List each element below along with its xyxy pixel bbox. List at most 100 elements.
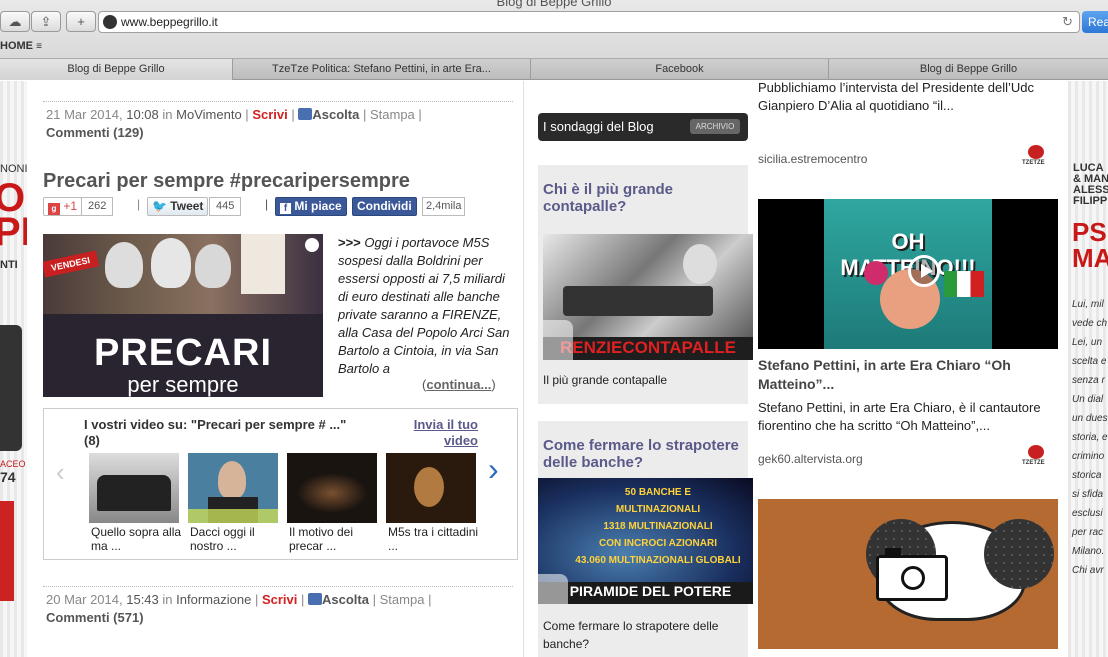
tzetze-logo-text: TZETZE (1022, 460, 1045, 466)
video-caption[interactable]: Dacci oggi il nostro ... (190, 525, 285, 553)
face-shape (414, 467, 444, 507)
tweet-button[interactable]: 🐦 Tweet (147, 197, 209, 216)
cloud-tabs-button[interactable]: ☁ (0, 11, 30, 32)
poll-caption[interactable]: Il più grande contapalle (543, 371, 743, 389)
bookmark-menu-icon[interactable]: ≡ (36, 41, 42, 52)
poll-card-2[interactable]: Come fermare lo strapotere delle banche?… (538, 421, 753, 657)
fb-like-button[interactable]: f Mi piace (275, 197, 347, 216)
new-tab-button[interactable]: + (66, 11, 96, 32)
table-shape (563, 286, 713, 316)
left-ad-text-5: ACEO (0, 459, 26, 469)
share-button[interactable]: ⇪ (31, 11, 61, 32)
hand-pointer-icon (538, 574, 568, 604)
tab-facebook[interactable]: Facebook (531, 59, 829, 80)
tzetze-column: Pubblichiamo l’intervista del Presidente… (758, 81, 1058, 657)
separator: | (254, 592, 259, 607)
separator: | (265, 197, 269, 211)
pyramid-line: CON INCROCI AZIONARI (599, 538, 717, 549)
send-video-link[interactable]: Invia il tuo video (400, 417, 478, 449)
comments-link[interactable]: Commenti (129) (46, 125, 144, 140)
mask-sign (241, 234, 285, 294)
right-ad-line: si sfida (1072, 489, 1104, 500)
video-thumb-1[interactable] (89, 453, 179, 523)
play-triangle (921, 264, 933, 278)
video-thumb-2[interactable] (188, 453, 278, 523)
tab-blog-grillo[interactable]: Blog di Beppe Grillo (0, 59, 233, 80)
poll-question[interactable]: Chi è il più grande contapalle? (543, 181, 743, 215)
listen-link[interactable]: Ascolta (312, 107, 359, 122)
tzetze-source[interactable]: gek60.altervista.org (758, 452, 863, 466)
post-category-link[interactable]: MoVimento (176, 107, 242, 122)
gplus-count: 262 (81, 197, 114, 216)
right-ad-banner[interactable]: LUCA & MAN ALESS FILIPP PS MA Lui, mil ve… (1068, 81, 1108, 657)
url-text: www.beppegrillo.it (121, 15, 218, 29)
tzetze-text[interactable]: Pubblichiamo l’intervista del Presidente… (758, 81, 1048, 115)
video-thumb-4[interactable] (386, 453, 476, 523)
post-title[interactable]: Precari per sempre #precaripersempre (43, 170, 410, 193)
poll-card-1[interactable]: Chi è il più grande contapalle? RENZIECO… (538, 165, 753, 404)
video-widget: I vostri video su: "Precari per sempre #… (43, 408, 518, 560)
bookmarks-bar: HOME ≡ (0, 37, 42, 55)
plus-icon: + (77, 14, 85, 29)
right-ad-line: un dues (1072, 413, 1108, 424)
carousel-next-icon[interactable]: › (488, 451, 499, 488)
tweet-count: 445 (209, 197, 242, 216)
tzetze-title[interactable]: Stefano Pettini, in arte Era Chiaro “Oh … (758, 356, 1048, 394)
tzetze-heart (1028, 145, 1044, 159)
pyramid-line: 50 BANCHE E (624, 487, 692, 498)
address-bar[interactable]: www.beppegrillo.it ↻ (98, 11, 1080, 33)
tab-tzetze[interactable]: TzeTze Politica: Stefano Pettini, in art… (233, 59, 531, 80)
video-caption[interactable]: Il motivo dei precar ... (289, 525, 384, 553)
video-caption[interactable]: M5s tra i cittadini ... (388, 525, 483, 553)
gplus-label: +1 (63, 199, 78, 213)
post-image[interactable]: VENDESI PRECARI per sempre (43, 234, 323, 397)
print-link[interactable]: Stampa (380, 592, 425, 607)
twitter-bird-icon: 🐦 (152, 199, 167, 213)
left-ad-banner[interactable]: NONI O PE NTI ACEO 74 (0, 81, 47, 657)
right-ad-name: FILIPP (1073, 195, 1108, 207)
face-shape (683, 244, 717, 284)
poll-image[interactable]: 50 BANCHE E MULTINAZIONALI 1318 MULTINAZIO… (538, 478, 753, 604)
tv-bar (188, 509, 278, 523)
grillo-logo-icon (305, 238, 319, 252)
reader-button[interactable]: Rea (1082, 11, 1108, 33)
video-caption[interactable]: Quello sopra alla ma ... (91, 525, 186, 553)
left-ad-red-block (0, 501, 14, 601)
play-icon[interactable] (908, 255, 940, 287)
bookmark-home[interactable]: HOME (0, 40, 33, 52)
video-widget-title: I vostri video su: "Precari per sempre #… (84, 417, 347, 448)
post-category-link[interactable]: Informazione (176, 592, 251, 607)
poll-image[interactable]: RENZIECONTAPALLE (543, 234, 753, 360)
post-date: 21 Mar 2014, (46, 107, 123, 122)
poll-question[interactable]: Come fermare lo strapotere delle banche? (543, 437, 743, 471)
post-time: 15:43 (126, 592, 159, 607)
italy-flag (944, 271, 984, 297)
window-title: Blog di Beppe Grillo (496, 0, 612, 9)
tzetze-source[interactable]: sicilia.estremocentro (758, 152, 867, 166)
listen-link[interactable]: Ascolta (322, 592, 369, 607)
gplus-button[interactable]: g +1 (43, 197, 83, 216)
video-thumb-3[interactable] (287, 453, 377, 523)
tab-blog-grillo-2[interactable]: Blog di Beppe Grillo (829, 59, 1108, 80)
poll-caption[interactable]: Come fermare lo strapotere delle banche? (543, 617, 743, 653)
fb-share-button[interactable]: Condividi (352, 197, 417, 216)
post2-meta: 20 Mar 2014, 15:43 in Informazione | Scr… (46, 591, 516, 627)
print-link[interactable]: Stampa (370, 107, 415, 122)
tzetze-video[interactable]: OH MATTEINO!!! (758, 199, 1058, 349)
polls-archive-button[interactable]: ARCHIVIO (690, 119, 740, 134)
write-comment-link[interactable]: Scrivi (262, 592, 297, 607)
continue-link[interactable]: continua... (426, 377, 491, 392)
comments-link[interactable]: Commenti (571) (46, 610, 144, 625)
post-date: 20 Mar 2014, (46, 592, 123, 607)
separator: | (362, 107, 367, 122)
crowd-shape (297, 473, 367, 513)
column-divider (523, 81, 524, 657)
gplus-icon: g (48, 203, 60, 215)
carousel-prev-icon[interactable]: ‹ (56, 457, 65, 488)
right-ad-line: Un dial (1072, 394, 1104, 405)
write-comment-link[interactable]: Scrivi (252, 107, 287, 122)
reload-icon[interactable]: ↻ (1062, 12, 1073, 32)
right-ad-line: per rac (1072, 527, 1104, 538)
tzetze-image-placeholder[interactable] (758, 499, 1058, 649)
right-ad-line: storia, e (1072, 432, 1108, 443)
